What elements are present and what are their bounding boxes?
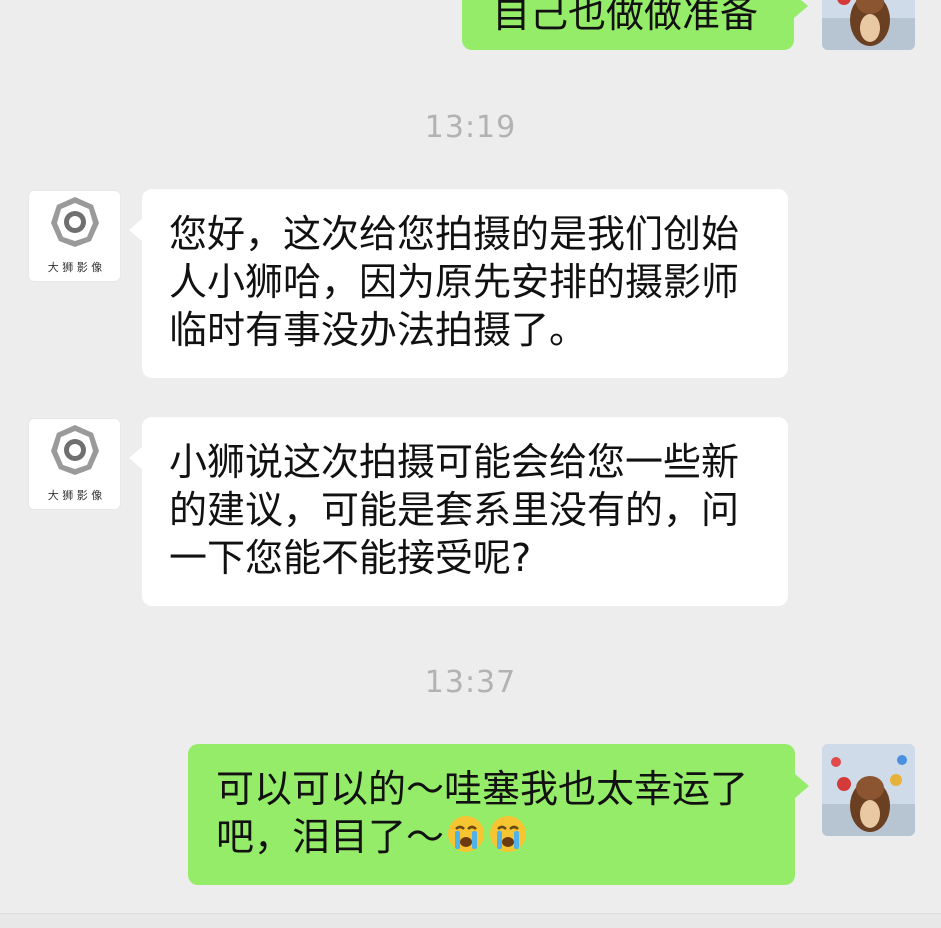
message-text: 自己也做做准备 [492,0,759,36]
user-avatar[interactable] [822,744,915,836]
contact-avatar[interactable]: 大 狮 影 像 [28,418,121,510]
bubble-tail [129,446,143,470]
chipmunk-avatar-image [822,744,915,836]
lion-studio-logo-icon: 大 狮 影 像 [48,425,103,502]
bubble-tail [795,774,809,798]
contact-avatar[interactable]: 大 狮 影 像 [28,190,121,282]
incoming-message-bubble[interactable]: 小狮说这次拍摄可能会给您一些新的建议，可能是套系里没有的，问一下您能不能接受呢? [142,417,788,606]
chipmunk-avatar-image [822,0,915,50]
logo-brand-text: 大 狮 影 像 [48,488,103,502]
input-bar-edge [0,913,941,928]
timestamp: 13:19 [424,110,517,145]
message-text: 您好，这次给您拍摄的是我们创始人小狮哈，因为原先安排的摄影师临时有事没办法拍摄了… [169,212,740,352]
lion-studio-logo-icon: 大 狮 影 像 [48,197,103,274]
timestamp: 13:37 [424,665,517,700]
incoming-message-bubble[interactable]: 您好，这次给您拍摄的是我们创始人小狮哈，因为原先安排的摄影师临时有事没办法拍摄了… [142,189,788,378]
message-text: 小狮说这次拍摄可能会给您一些新的建议，可能是套系里没有的，问一下您能不能接受呢? [169,440,740,580]
outgoing-message-bubble[interactable]: 可以可以的～哇塞我也太幸运了吧，泪目了～ [188,744,795,885]
outgoing-message-bubble[interactable]: 自己也做做准备 [462,0,794,50]
crying-face-icon [488,814,528,865]
bubble-tail [129,218,143,242]
bubble-tail [794,0,808,18]
user-avatar[interactable] [822,0,915,50]
logo-brand-text: 大 狮 影 像 [48,260,103,274]
crying-face-icon [446,814,486,865]
